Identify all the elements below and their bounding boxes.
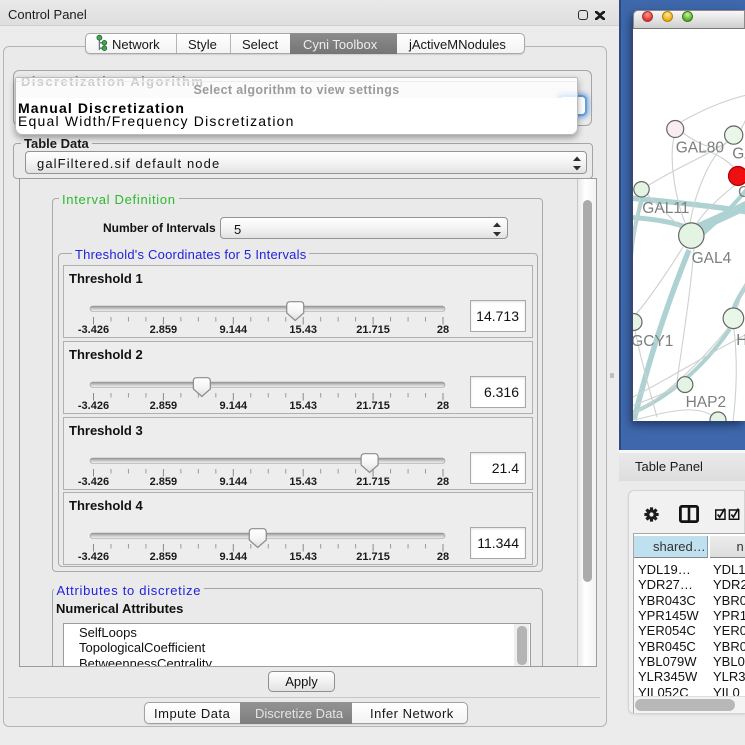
svg-text:2.859: 2.859	[150, 400, 178, 412]
svg-text:21.715: 21.715	[356, 324, 390, 336]
svg-text:28: 28	[437, 476, 449, 488]
svg-text:GAL4: GAL4	[692, 250, 732, 267]
svg-text:21.715: 21.715	[356, 551, 390, 563]
svg-text:HAP2: HAP2	[686, 394, 727, 411]
svg-text:9.144: 9.144	[220, 324, 248, 336]
svg-text:H: H	[736, 332, 745, 349]
svg-text:21.715: 21.715	[356, 400, 390, 412]
svg-text:-3.426: -3.426	[78, 476, 109, 488]
svg-text:9.144: 9.144	[220, 400, 248, 412]
svg-text:-3.426: -3.426	[78, 400, 109, 412]
svg-text:GA: GA	[732, 146, 745, 163]
svg-text:28: 28	[437, 324, 449, 336]
svg-text:2.859: 2.859	[150, 324, 178, 336]
svg-text:15.43: 15.43	[289, 400, 317, 412]
svg-text:-3.426: -3.426	[78, 551, 109, 563]
svg-text:28: 28	[437, 551, 449, 563]
svg-text:15.43: 15.43	[289, 476, 317, 488]
svg-text:2.859: 2.859	[150, 551, 178, 563]
svg-text:21.715: 21.715	[356, 476, 390, 488]
svg-text:GAL80: GAL80	[676, 140, 725, 157]
svg-text:9.144: 9.144	[220, 551, 248, 563]
svg-text:-3.426: -3.426	[78, 324, 109, 336]
svg-text:28: 28	[437, 400, 449, 412]
svg-text:15.43: 15.43	[289, 551, 317, 563]
svg-text:2.859: 2.859	[150, 476, 178, 488]
svg-text:GAL11: GAL11	[642, 200, 689, 217]
svg-text:15.43: 15.43	[289, 324, 317, 336]
svg-text:C: C	[738, 184, 745, 201]
svg-text:9.144: 9.144	[220, 476, 248, 488]
svg-text:GCY1: GCY1	[633, 333, 673, 350]
